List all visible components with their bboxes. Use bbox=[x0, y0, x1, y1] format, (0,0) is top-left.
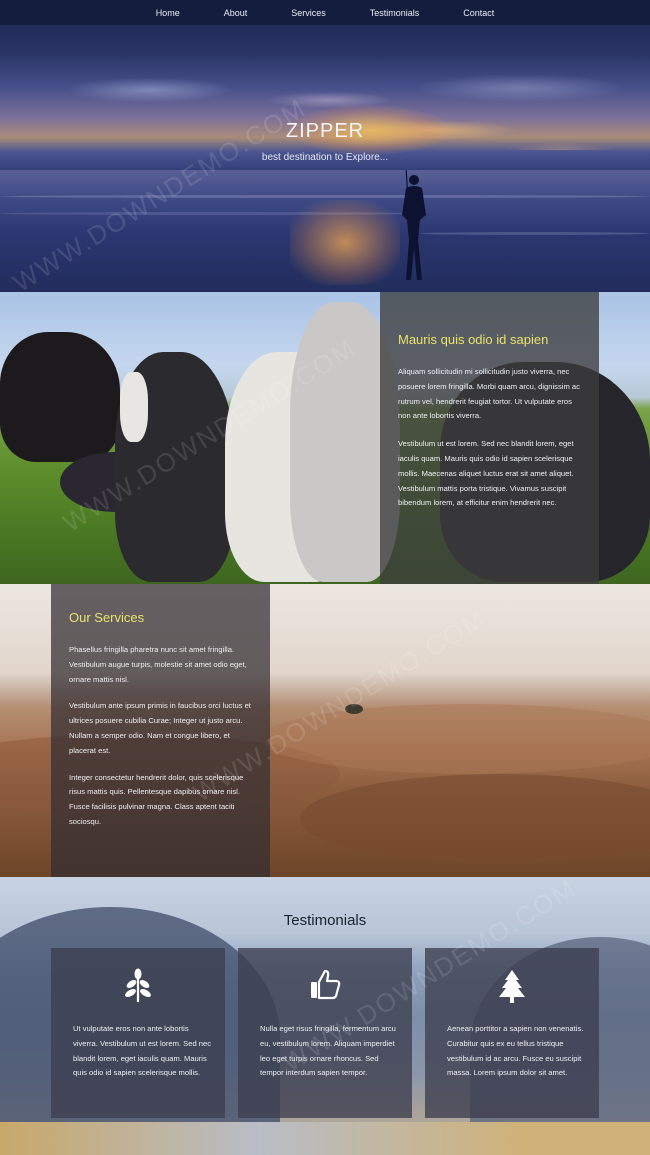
nav-services[interactable]: Services bbox=[291, 8, 326, 18]
services-paragraph: Vestibulum ante ipsum primis in faucibus… bbox=[69, 701, 251, 755]
leaf-icon bbox=[51, 968, 225, 1008]
about-paragraph: Vestibulum ut est lorem. Sed nec blandit… bbox=[398, 439, 574, 508]
hero-wave bbox=[0, 212, 420, 215]
services-paragraph: Integer consectetur hendrerit dolor, qui… bbox=[69, 772, 244, 826]
horse-blaze bbox=[120, 372, 148, 442]
hero-section: ZIPPER best destination to Explore... bbox=[0, 0, 650, 292]
services-paragraph: Phasellus fringilla pharetra nunc sit am… bbox=[69, 645, 247, 684]
foreground-field bbox=[0, 1122, 650, 1155]
testimonials-title: Testimonials bbox=[283, 912, 367, 929]
testimonial-text: Nulla eget risus fringilla, fermentum ar… bbox=[260, 1024, 396, 1078]
testimonial-card: Nulla eget risus fringilla, fermentum ar… bbox=[238, 948, 412, 1118]
nav-testimonials[interactable]: Testimonials bbox=[370, 8, 420, 18]
desert-dune bbox=[300, 774, 650, 864]
about-title: Mauris quis odio id sapien bbox=[398, 332, 549, 347]
services-panel: Our Services Phasellus fringilla pharetr… bbox=[51, 584, 270, 877]
hero-subtitle: best destination to Explore... bbox=[261, 152, 389, 163]
tree-icon bbox=[425, 968, 599, 1008]
desert-shrub bbox=[345, 704, 363, 714]
about-panel: Mauris quis odio id sapien Aliquam solli… bbox=[380, 292, 599, 584]
fisherman-silhouette bbox=[402, 170, 426, 280]
testimonial-text: Aenean porttitor a sapien non venenatis.… bbox=[447, 1024, 584, 1078]
testimonial-card: Ut vulputate eros non ante lobortis vive… bbox=[51, 948, 225, 1118]
thumbs-up-icon bbox=[238, 968, 412, 1008]
horse-image bbox=[0, 332, 120, 462]
nav-about[interactable]: About bbox=[224, 8, 248, 18]
hero-wave bbox=[0, 195, 650, 198]
testimonial-card: Aenean porttitor a sapien non venenatis.… bbox=[425, 948, 599, 1118]
top-navigation: Home About Services Testimonials Contact bbox=[0, 0, 650, 25]
hero-wave bbox=[420, 232, 650, 235]
nav-contact[interactable]: Contact bbox=[463, 8, 494, 18]
about-paragraph: Aliquam sollicitudin mi sollicitudin jus… bbox=[398, 367, 580, 421]
nav-home[interactable]: Home bbox=[156, 8, 180, 18]
testimonial-text: Ut vulputate eros non ante lobortis vive… bbox=[73, 1024, 212, 1078]
services-title: Our Services bbox=[69, 610, 145, 625]
hero-title: ZIPPER bbox=[285, 120, 365, 142]
